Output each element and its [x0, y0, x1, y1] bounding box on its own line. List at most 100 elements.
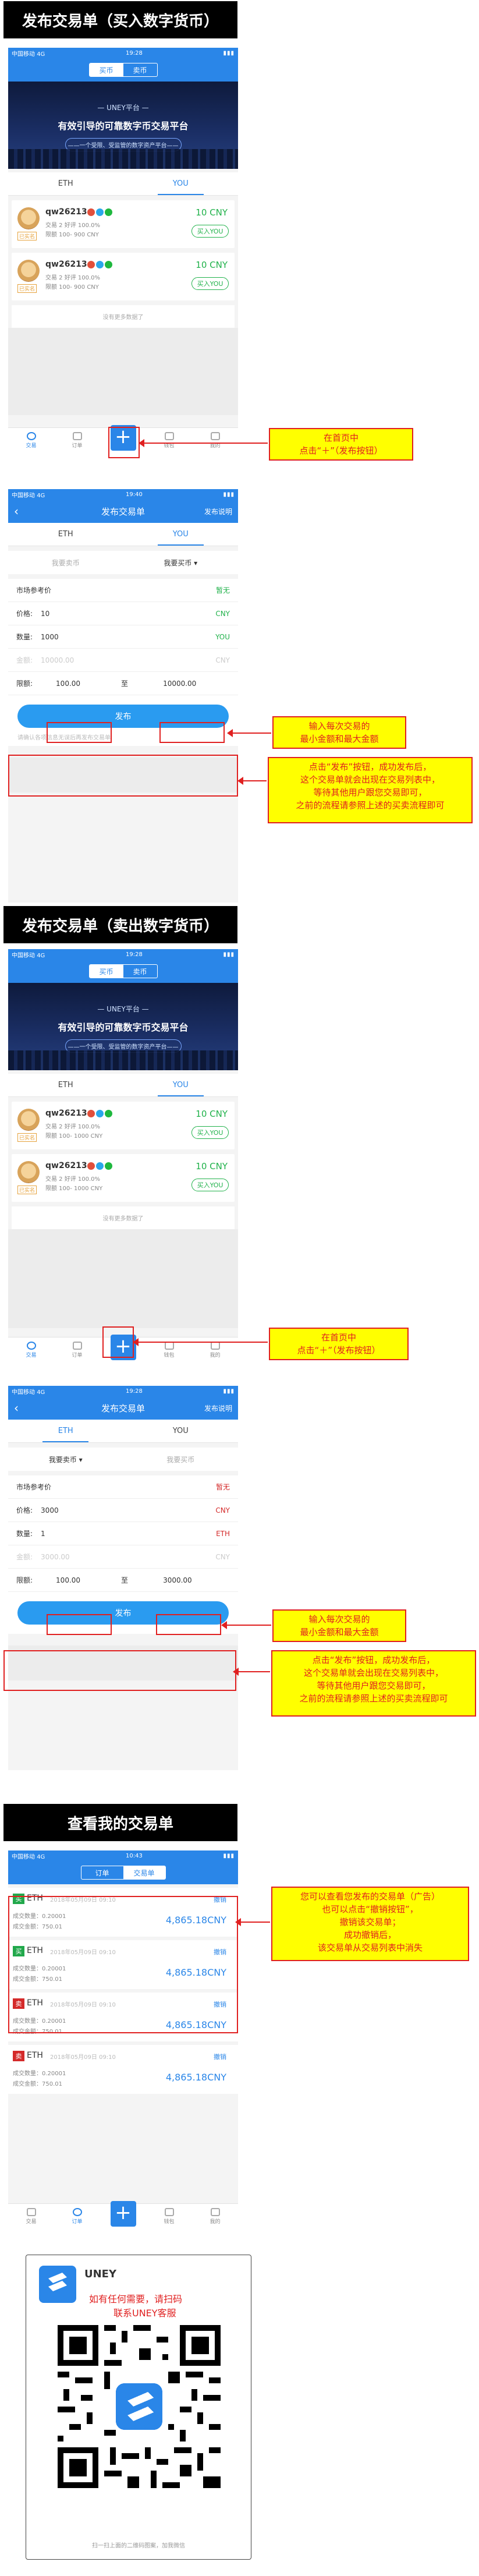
buy-button[interactable]: 买入YOU	[191, 1126, 229, 1139]
seg-sell[interactable]: 卖币	[123, 63, 157, 76]
nav-trade[interactable]: 交易	[8, 2204, 54, 2229]
cancel-button[interactable]: 撤销	[214, 2052, 226, 2061]
section-title-my-orders: 查看我的交易单	[3, 1804, 237, 1841]
tab-eth[interactable]: ETH	[8, 1074, 123, 1096]
note-after-publish: 点击“发布”按钮，成功发布后， 这个交易单就会出现在交易列表中， 等待其他用户跟您…	[271, 1650, 476, 1717]
arrow	[221, 1621, 271, 1629]
seg-buy[interactable]: 买币	[89, 63, 123, 76]
option-sell[interactable]: 我要卖币 ▾	[8, 1448, 123, 1471]
verified-badge: 已实名	[17, 284, 37, 293]
highlight-order-rows	[8, 1896, 238, 2033]
quantity-input[interactable]: 1000	[41, 633, 59, 641]
highlight-min	[47, 1614, 112, 1635]
seg-trade-ads[interactable]: 交易单	[123, 1866, 165, 1879]
nav-assets[interactable]: 钱包	[146, 2204, 192, 2229]
avatar	[17, 207, 40, 229]
hero-banner: — UNEY平台 — 有效引导的可靠数字币交易平台 ——一个受限、受监管的数字资…	[8, 983, 238, 1070]
payment-icons	[87, 261, 112, 268]
status-bar: 中国移动 4G 19:28 ▮▮▮	[8, 1386, 238, 1396]
top-bar: 订单 交易单	[8, 1861, 238, 1884]
publish-help-link[interactable]: 发布说明	[204, 507, 232, 516]
ref-price-row: 市场参考价 暂无	[8, 1475, 238, 1499]
tab-you[interactable]: YOU	[123, 172, 239, 195]
uney-logo	[39, 2266, 76, 2303]
contact-line1: 如有任何需要，请扫码	[89, 2294, 183, 2305]
nav-trade[interactable]: 交易	[8, 1337, 54, 1363]
coin-tabs: ETH YOU	[8, 172, 238, 196]
price-input[interactable]: 3000	[41, 1506, 59, 1515]
quantity-row[interactable]: 数量: 1 ETH	[8, 1522, 238, 1545]
coin-tabs: ETH YOU	[8, 1074, 238, 1097]
nav-orders[interactable]: 订单	[54, 2204, 100, 2229]
nav-bar: ‹ 发布交易单 发布说明	[8, 1396, 238, 1420]
limit-max-input[interactable]: 3000.00	[163, 1576, 192, 1584]
note-cancel: 您可以查看您发布的交易单（广告） 也可以点击“撤销按钮”， 撤销该交易单； 成功撤销…	[271, 1887, 469, 1961]
quantity-input[interactable]: 1	[41, 1530, 45, 1538]
tab-eth[interactable]: ETH	[8, 523, 123, 546]
contact-qr-card: UNEY 如有任何需要，请扫码 联系UNEY客服 扫一扫上面的二维码图案，加我微…	[26, 2255, 251, 2560]
empty-area	[8, 1229, 238, 1328]
tab-you[interactable]: YOU	[123, 1074, 239, 1096]
option-buy[interactable]: 我要买币	[123, 1448, 239, 1471]
tab-you[interactable]: YOU	[123, 523, 239, 546]
nav-trade[interactable]: 交易	[8, 428, 54, 453]
tab-eth[interactable]: ETH	[8, 172, 123, 195]
price: 10 CNY	[196, 260, 228, 270]
note-enter-limits: 输入每次交易的 最小金额和最大金额	[272, 716, 406, 749]
coin-tabs: ETH YOU	[8, 1420, 238, 1443]
price-row[interactable]: 价格: 10 CNY	[8, 602, 238, 625]
buy-button[interactable]: 买入YOU	[191, 225, 229, 238]
limit-max-input[interactable]: 10000.00	[163, 680, 196, 688]
nav-orders[interactable]: 订单	[54, 1337, 100, 1363]
publish-sell-screen: 中国移动 4G 19:28 ▮▮▮ ‹ 发布交易单 发布说明 ETH YOU 我要…	[8, 1386, 238, 1770]
nav-plus[interactable]: +	[100, 2200, 146, 2229]
qr-code-icon	[58, 2325, 221, 2488]
back-icon[interactable]: ‹	[14, 1401, 19, 1415]
highlight-plus	[102, 1326, 134, 1358]
limit-row: 限额: 100.00 至 3000.00	[8, 1569, 238, 1592]
option-buy[interactable]: 我要买币 ▾	[123, 551, 239, 574]
buy-button[interactable]: 买入YOU	[191, 277, 229, 290]
price-input[interactable]: 10	[41, 610, 49, 618]
seg-buy[interactable]: 买币	[89, 965, 123, 978]
page-title: 发布交易单	[101, 506, 145, 517]
market-screen-buy: 中国移动 4G 19:28 ▮▮▮ 买币 卖币 — UNEY平台 — 有效引导的…	[8, 48, 238, 453]
buy-button[interactable]: 买入YOU	[191, 1179, 229, 1191]
publish-help-link[interactable]: 发布说明	[204, 1403, 232, 1413]
seg-orders[interactable]: 订单	[81, 1866, 123, 1879]
plus-icon[interactable]: +	[110, 2200, 136, 2227]
top-bar: 买币 卖币	[8, 58, 238, 82]
nav-me[interactable]: 我的	[192, 428, 238, 453]
tab-eth[interactable]: ETH	[8, 1420, 123, 1442]
limit-min-input[interactable]: 100.00	[56, 1576, 80, 1584]
no-more-text: 没有更多数据了	[12, 305, 235, 328]
nav-me[interactable]: 我的	[192, 2204, 238, 2229]
highlight-publish	[3, 1650, 236, 1691]
arrow	[233, 1668, 270, 1676]
tab-you[interactable]: YOU	[123, 1420, 239, 1442]
avatar	[17, 1161, 40, 1183]
note-enter-limits: 输入每次交易的 最小金额和最大金额	[272, 1609, 406, 1642]
no-more-text: 没有更多数据了	[12, 1206, 235, 1229]
bottom-nav: 交易 订单 + 钱包 我的	[8, 2200, 238, 2229]
brand-name: UNEY	[84, 2268, 117, 2280]
option-sell[interactable]: 我要卖币	[8, 551, 123, 574]
limit-min-input[interactable]: 100.00	[56, 680, 80, 688]
note-after-publish: 点击“发布”按钮，成功发布后， 这个交易单就会出现在交易列表中， 等待其他用户跟您…	[268, 757, 473, 823]
nav-assets[interactable]: 钱包	[146, 428, 192, 453]
price-row[interactable]: 价格: 3000 CNY	[8, 1499, 238, 1522]
city-skyline	[8, 149, 238, 169]
status-bar: 中国移动 4G 10:43 ▮▮▮	[8, 1850, 238, 1861]
market-screen-sell: 中国移动 4G 19:28 ▮▮▮ 买币 卖币 — UNEY平台 — 有效引导的可…	[8, 949, 238, 1363]
nav-orders[interactable]: 订单	[54, 428, 100, 453]
nav-bar: ‹ 发布交易单 发布说明	[8, 500, 238, 523]
seg-sell[interactable]: 卖币	[123, 965, 157, 978]
quantity-row[interactable]: 数量: 1000 YOU	[8, 625, 238, 649]
listing-card: 已实名 qw26213 交易 2 好评 100.0% 限额 100- 1000 …	[12, 1102, 235, 1149]
limit-row: 限额: 100.00 至 10000.00	[8, 672, 238, 695]
deal-stats: 交易 2 好评 100.0%	[45, 222, 101, 229]
arrow	[227, 729, 271, 737]
note-click-plus: 在首页中 点击“＋”（发布按钮）	[269, 1328, 409, 1360]
back-icon[interactable]: ‹	[14, 504, 19, 518]
highlight-publish	[8, 755, 238, 797]
